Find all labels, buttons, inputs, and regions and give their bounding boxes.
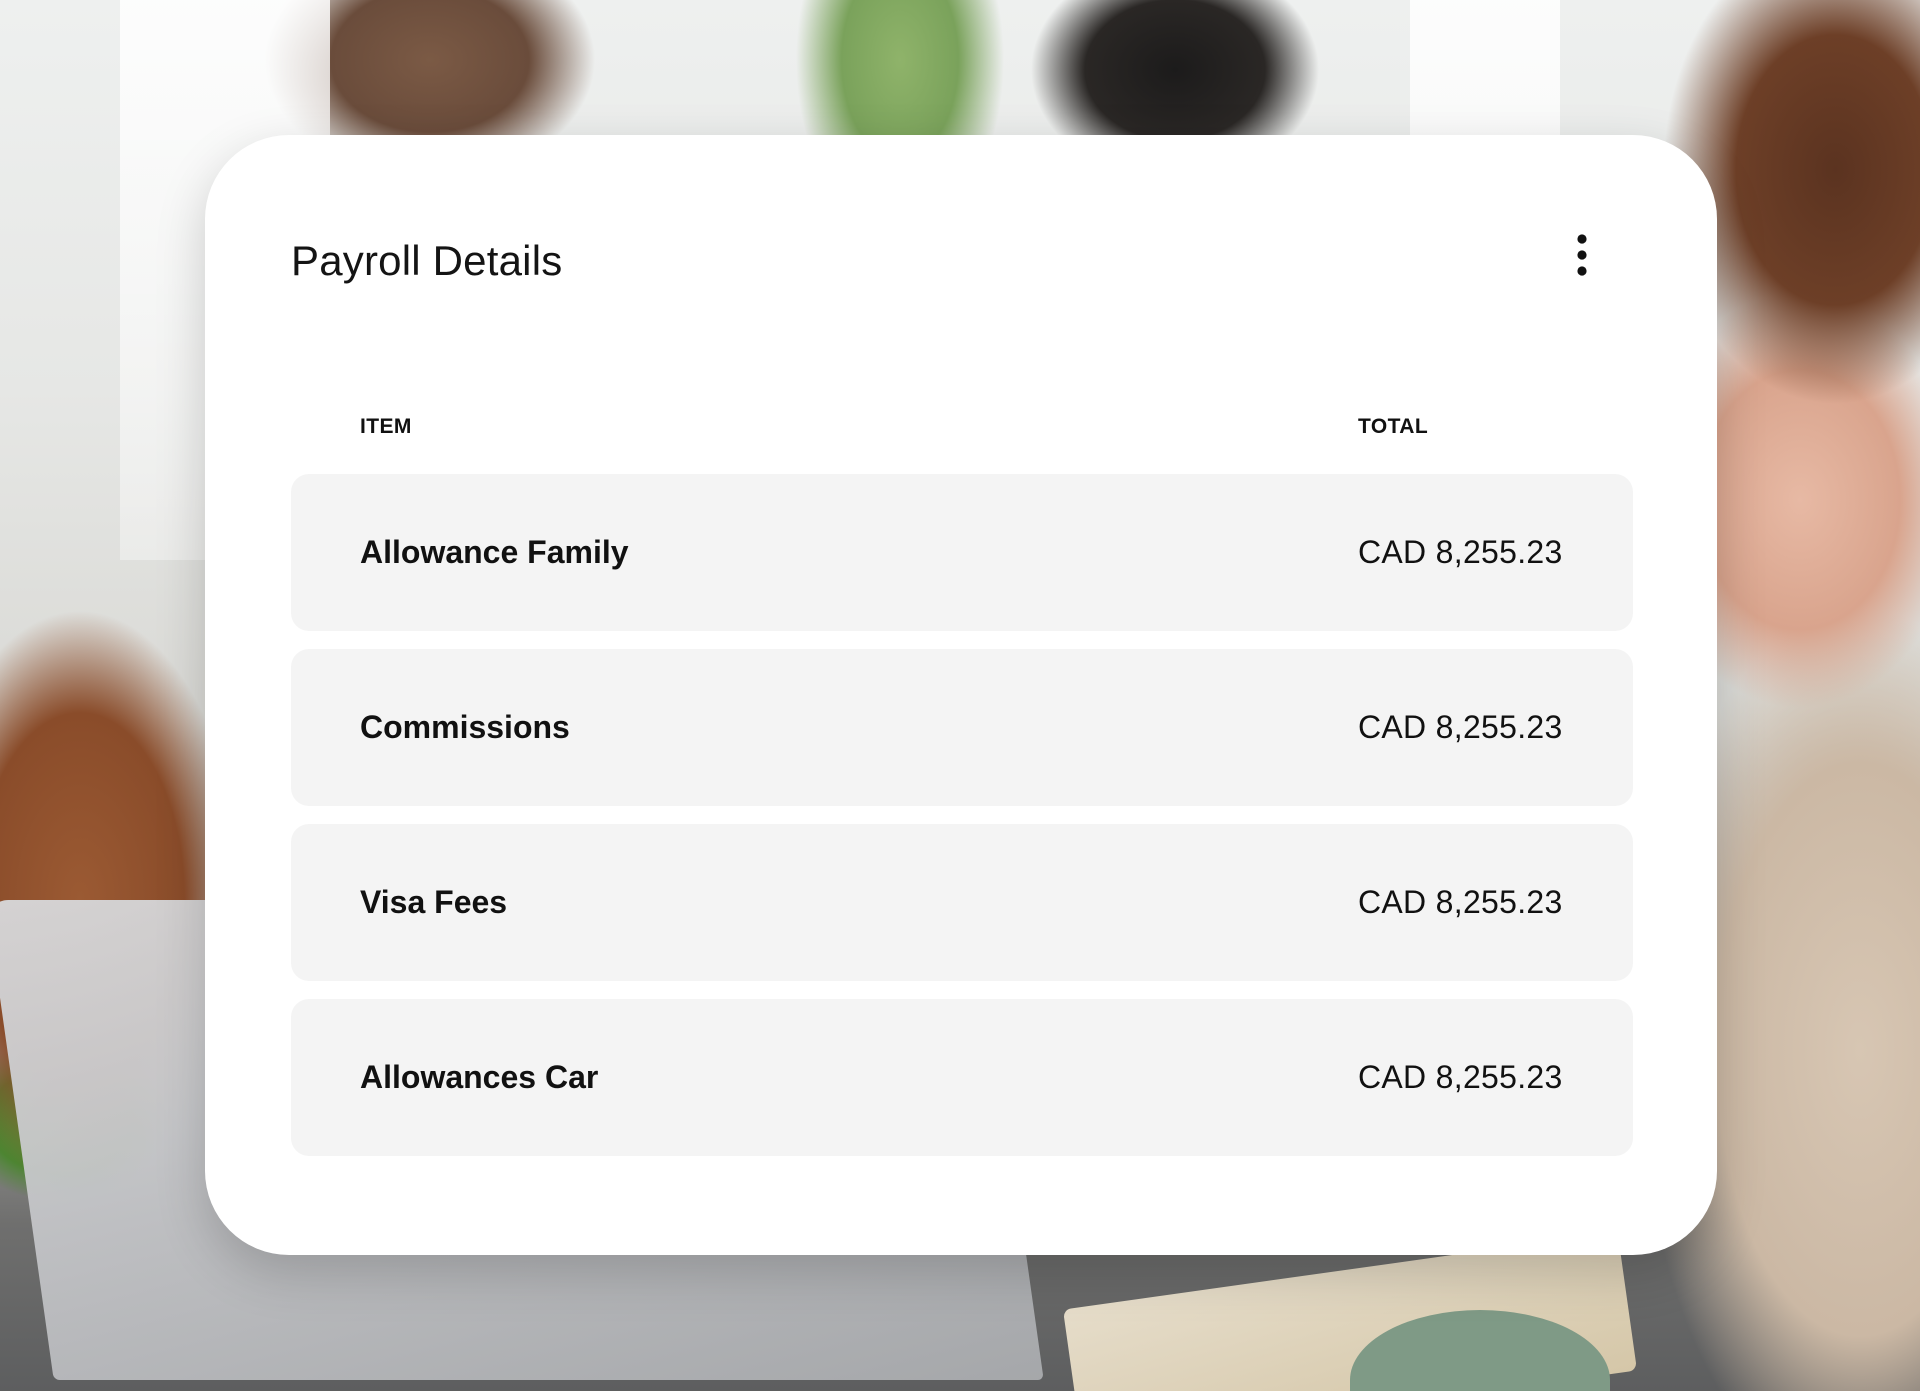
- table-row[interactable]: Allowance Family CAD 8,255.23: [291, 474, 1633, 631]
- app-screen: Payroll Details ITEM TOTAL Allowance Fam…: [0, 0, 1920, 1391]
- row-item-name: Visa Fees: [360, 884, 508, 920]
- row-item-name: Commissions: [360, 709, 570, 745]
- column-header-item: ITEM: [360, 415, 412, 438]
- more-vertical-icon: [1577, 234, 1587, 276]
- row-item-total: CAD 8,255.23: [1358, 534, 1563, 570]
- table-row[interactable]: Allowances Car CAD 8,255.23: [291, 999, 1633, 1156]
- table-row[interactable]: Commissions CAD 8,255.23: [291, 649, 1633, 806]
- card-title: Payroll Details: [291, 237, 563, 284]
- table-row[interactable]: Visa Fees CAD 8,255.23: [291, 824, 1633, 981]
- row-item-total: CAD 8,255.23: [1358, 884, 1563, 920]
- payroll-items-list: Allowance Family CAD 8,255.23 Commission…: [291, 474, 1633, 1174]
- column-header-total: TOTAL: [1358, 415, 1429, 438]
- row-item-name: Allowance Family: [360, 534, 629, 570]
- row-item-total: CAD 8,255.23: [1358, 709, 1563, 745]
- row-item-name: Allowances Car: [360, 1059, 599, 1095]
- table-header: ITEM TOTAL: [360, 415, 1560, 445]
- payroll-details-card: Payroll Details ITEM TOTAL Allowance Fam…: [205, 135, 1717, 1255]
- more-options-button[interactable]: [1557, 218, 1607, 292]
- row-item-total: CAD 8,255.23: [1358, 1059, 1563, 1095]
